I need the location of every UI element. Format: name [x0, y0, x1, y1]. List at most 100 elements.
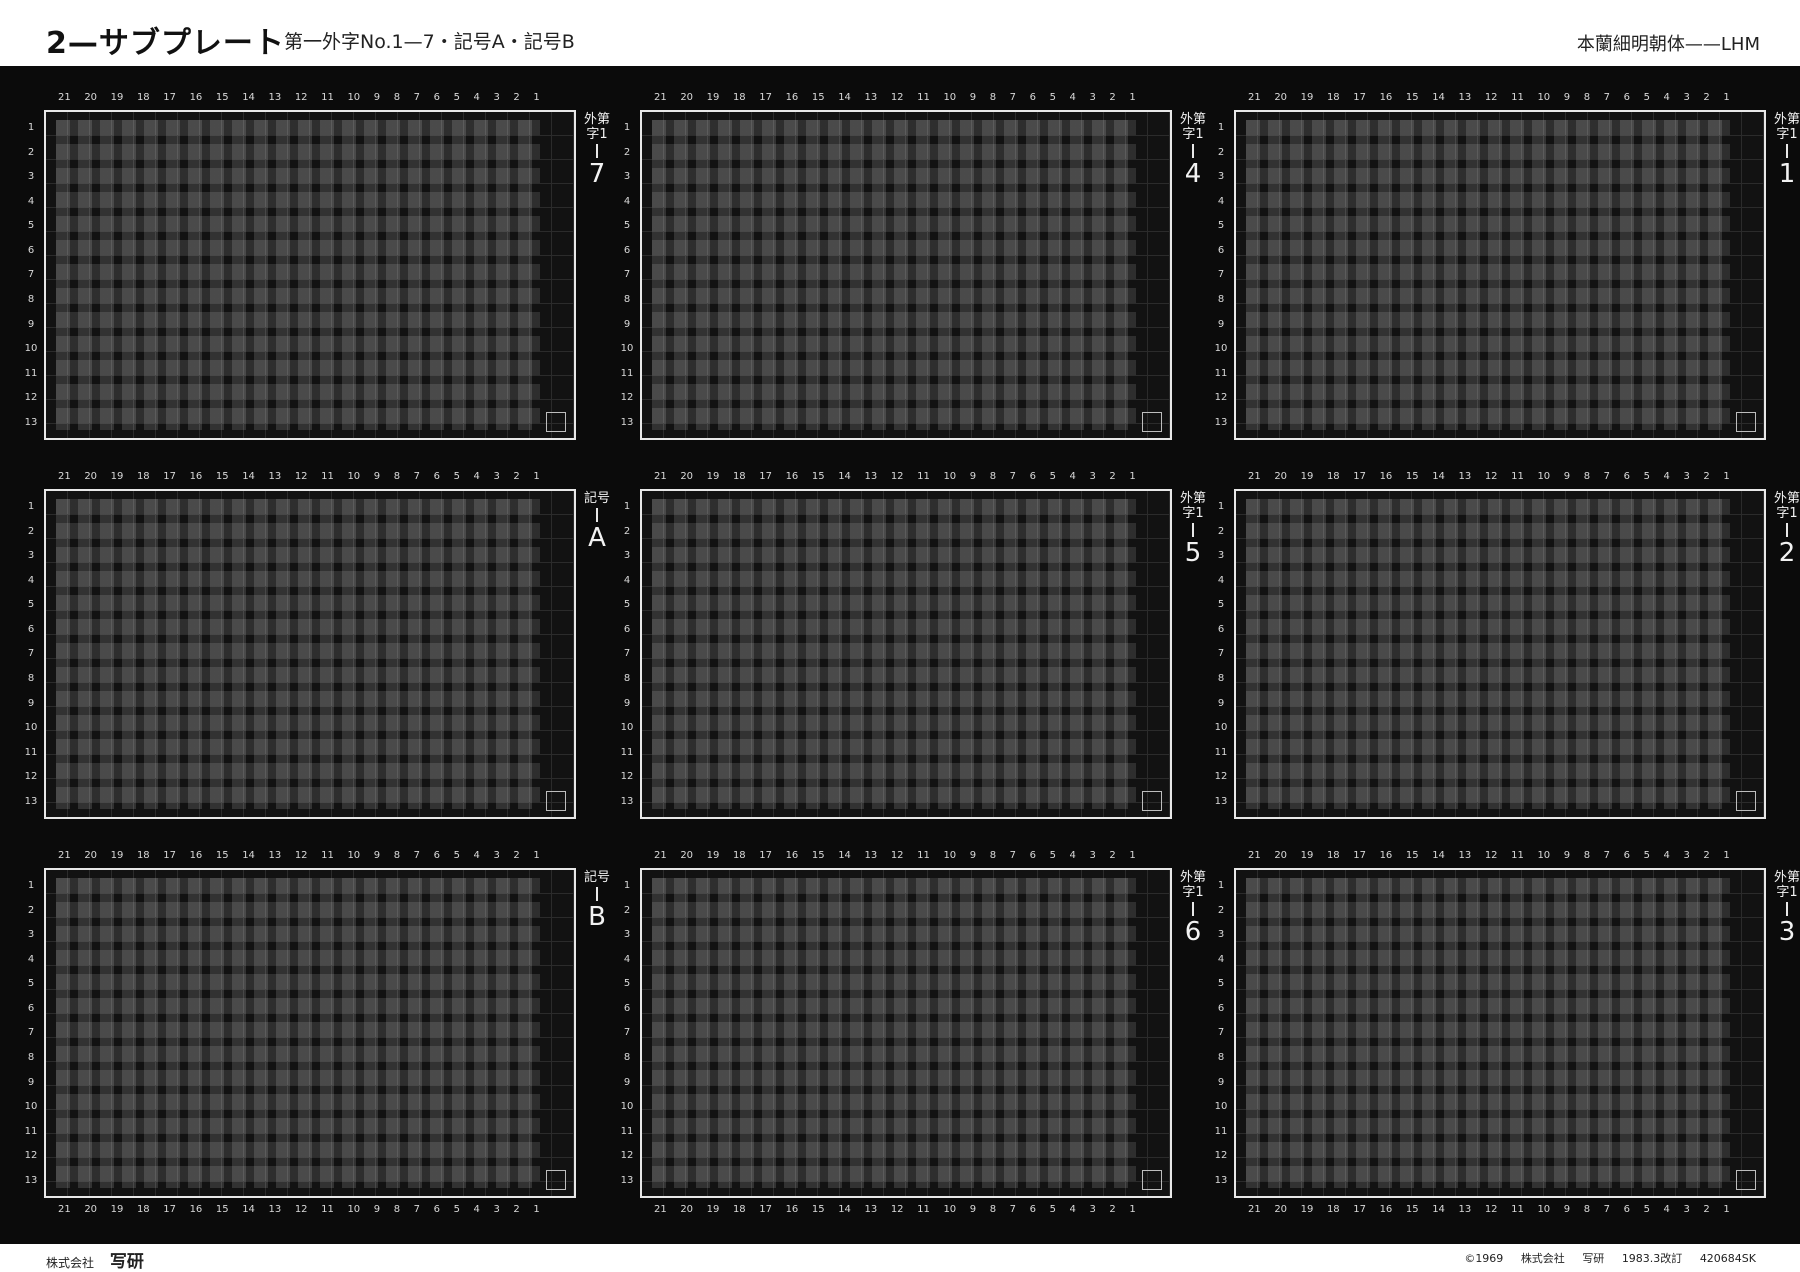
column-number: 14 — [838, 850, 851, 861]
panel-number: 4 — [1184, 159, 1202, 189]
page-header: 2—サブプレート 第一外字No.1—7・記号A・記号B 本蘭細明朝体——LHM — [0, 0, 1800, 66]
column-number: 18 — [1326, 471, 1340, 482]
row-number: 4 — [27, 574, 35, 586]
character-grid — [56, 878, 540, 1188]
row-numbers: 1 2 3 4 5 6 7 8 9 10 11 12 13 — [1212, 501, 1230, 807]
row-number: 4 — [623, 195, 631, 207]
corner-stamp — [1736, 412, 1756, 432]
column-number: 14 — [1432, 850, 1445, 861]
row-number: 6 — [27, 623, 35, 635]
column-number: 16 — [189, 1204, 203, 1215]
column-number: 13 — [1458, 92, 1472, 103]
column-number: 9 — [969, 850, 977, 861]
column-number: 13 — [268, 471, 282, 482]
row-number: 11 — [24, 746, 38, 758]
column-number: 12 — [1484, 850, 1498, 861]
column-number: 10 — [347, 850, 361, 861]
column-number: 10 — [347, 471, 361, 482]
row-numbers: 1 2 3 4 5 6 7 8 9 10 11 12 13 — [618, 880, 636, 1186]
corner-stamp — [1142, 791, 1162, 811]
row-number: 3 — [623, 550, 631, 562]
row-number: 7 — [27, 1027, 35, 1039]
panel-label-text: 外第字1 — [1773, 491, 1800, 521]
column-number: 19 — [110, 1204, 124, 1215]
column-number: 17 — [163, 850, 176, 861]
row-number: 1 — [27, 880, 35, 891]
column-number: 20 — [84, 1204, 98, 1215]
row-number: 12 — [620, 771, 634, 783]
column-number: 14 — [1432, 471, 1445, 482]
panel-label-text: 外第字1 — [1179, 870, 1206, 900]
column-number: 8 — [393, 850, 401, 861]
column-number: 4 — [1663, 92, 1670, 103]
column-number: 17 — [163, 92, 176, 103]
row-number: 7 — [1217, 1027, 1225, 1039]
row-number: 4 — [27, 953, 35, 965]
column-number: 9 — [373, 92, 381, 103]
row-number: 13 — [1214, 1174, 1228, 1186]
column-number: 4 — [473, 471, 480, 482]
row-number: 13 — [620, 795, 634, 807]
column-number: 9 — [373, 1204, 381, 1215]
column-number: 19 — [110, 850, 124, 861]
column-number: 18 — [136, 92, 150, 103]
column-number: 11 — [321, 92, 334, 103]
column-number: 11 — [1511, 1204, 1524, 1215]
row-number: 5 — [1217, 978, 1225, 990]
footer-right: ©1969 株式会社 写研 1983.3改訂 420684SK — [1450, 1250, 1756, 1266]
column-number: 3 — [1089, 850, 1096, 861]
character-panel — [44, 489, 576, 819]
column-number: 19 — [706, 471, 720, 482]
row-number: 13 — [1214, 416, 1228, 428]
column-number: 21 — [58, 471, 71, 482]
column-number: 3 — [493, 471, 500, 482]
row-number: 6 — [27, 1002, 35, 1014]
column-number: 20 — [680, 850, 694, 861]
column-number: 4 — [1069, 471, 1076, 482]
row-number: 7 — [27, 269, 35, 281]
column-number: 14 — [838, 92, 851, 103]
column-number: 15 — [1405, 92, 1419, 103]
column-number: 7 — [413, 850, 421, 861]
row-number: 5 — [27, 599, 35, 611]
typeface-name: 本蘭細明朝体——LHM — [1576, 34, 1760, 55]
row-number: 10 — [24, 343, 38, 355]
column-number: 8 — [1583, 1204, 1591, 1215]
panel-label-text: 外第字1 — [1773, 112, 1800, 142]
row-number: 9 — [27, 318, 35, 330]
panel-number: 2 — [1778, 538, 1796, 568]
column-number: 6 — [433, 92, 440, 103]
row-number: 8 — [27, 294, 35, 306]
row-number: 10 — [620, 1101, 634, 1113]
page-title: 2—サブプレート — [46, 26, 285, 61]
panel-label: 外第字1 3 — [1770, 870, 1800, 946]
column-number: 21 — [1248, 850, 1261, 861]
row-number: 4 — [1217, 953, 1225, 965]
row-number: 8 — [27, 1052, 35, 1064]
column-number: 4 — [473, 1204, 480, 1215]
column-number: 12 — [294, 471, 308, 482]
panel-label: 外第字1 1 — [1770, 112, 1800, 188]
footer-left: 株式会社 写研 — [46, 1247, 144, 1272]
column-numbers: 21 20 19 18 17 16 15 14 13 12 11 10 9 8 7 6 5 4 3 2 1 — [654, 471, 1136, 482]
column-number: 6 — [1029, 850, 1036, 861]
column-number: 9 — [969, 92, 977, 103]
column-number: 8 — [393, 1204, 401, 1215]
row-number: 5 — [1217, 220, 1225, 232]
column-number: 2 — [1109, 92, 1116, 103]
column-number: 8 — [989, 471, 997, 482]
row-number: 8 — [1217, 294, 1225, 306]
row-number: 9 — [1217, 318, 1225, 330]
column-number: 2 — [513, 471, 520, 482]
column-number: 7 — [413, 1204, 421, 1215]
character-grid — [1246, 120, 1730, 430]
column-number: 10 — [347, 92, 361, 103]
column-number: 15 — [215, 850, 229, 861]
row-number: 2 — [623, 525, 631, 537]
column-number: 17 — [759, 92, 772, 103]
footer-copyright: ©1969 — [1464, 1252, 1504, 1265]
row-number: 8 — [1217, 673, 1225, 685]
column-number: 20 — [84, 471, 98, 482]
column-number: 11 — [917, 92, 930, 103]
panel-label-text: 記号 — [583, 870, 610, 885]
